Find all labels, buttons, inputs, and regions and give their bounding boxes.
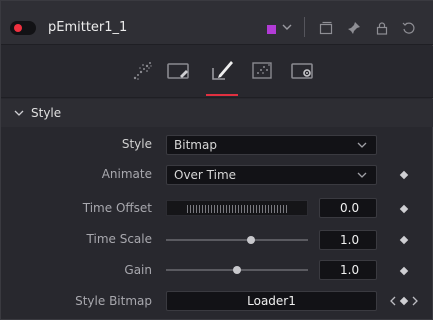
lock-icon[interactable] [375, 21, 389, 35]
tab-sets[interactable] [250, 58, 276, 84]
header-divider [304, 17, 305, 37]
tab-controls[interactable] [129, 58, 155, 84]
tool-header[interactable]: pEmitter1_1 [1, 1, 433, 45]
style-combobox[interactable]: Bitmap [166, 135, 377, 155]
pin-icon[interactable] [347, 21, 361, 35]
thumbwheel-ticks [187, 205, 287, 213]
style-bitmap-value: Loader1 [247, 294, 296, 308]
time-scale-slider-track[interactable] [166, 239, 308, 241]
animate-keyframe-button[interactable] [399, 170, 409, 180]
time-offset-keyframe-button[interactable] [399, 204, 409, 214]
tab-style[interactable] [209, 58, 235, 84]
tab-settings[interactable] [290, 58, 316, 84]
tool-name[interactable]: pEmitter1_1 [48, 20, 127, 35]
tab-region[interactable] [166, 58, 192, 84]
gain-keyframe-button[interactable] [399, 266, 409, 276]
style-bitmap-input[interactable]: Loader1 [166, 291, 377, 311]
time-scale-value: 1.0 [340, 233, 360, 247]
style-label: Style [121, 137, 152, 151]
time-scale-field[interactable]: 1.0 [319, 230, 377, 250]
tool-enable-toggle[interactable] [10, 21, 36, 35]
active-tab-indicator [206, 94, 238, 96]
time-scale-label: Time Scale [86, 232, 152, 246]
chevron-down-icon [357, 172, 367, 178]
animate-value: Over Time [174, 168, 237, 182]
section-style-header[interactable]: Style [1, 99, 433, 127]
power-dot-icon [14, 24, 22, 32]
tab-bar [1, 46, 433, 98]
time-scale-keyframe-button[interactable] [399, 235, 409, 245]
style-value: Bitmap [174, 138, 217, 152]
tile-color-swatch[interactable] [267, 25, 276, 34]
chevron-down-icon [357, 142, 367, 148]
animate-label: Animate [101, 167, 152, 181]
time-offset-thumbwheel[interactable] [166, 200, 308, 216]
animate-combobox[interactable]: Over Time [166, 165, 377, 185]
inspector-panel: pEmitter1_1 Style Style Bitmap Animate O… [0, 0, 433, 320]
time-offset-field[interactable]: 0.0 [319, 198, 377, 218]
color-chevron-icon[interactable] [281, 20, 293, 34]
keyframe-navigation-icon[interactable] [389, 295, 419, 307]
style-bitmap-label: Style Bitmap [75, 294, 152, 308]
versions-icon[interactable] [319, 21, 333, 35]
reset-icon[interactable] [402, 21, 416, 35]
chevron-down-icon[interactable] [14, 108, 24, 118]
time-scale-slider-handle[interactable] [247, 236, 256, 244]
gain-label: Gain [124, 263, 152, 277]
gain-slider-handle[interactable] [233, 266, 241, 274]
gain-field[interactable]: 1.0 [319, 260, 377, 280]
time-offset-label: Time Offset [82, 201, 152, 215]
section-title: Style [31, 106, 62, 120]
gain-value: 1.0 [340, 263, 360, 277]
time-offset-value: 0.0 [340, 201, 360, 215]
